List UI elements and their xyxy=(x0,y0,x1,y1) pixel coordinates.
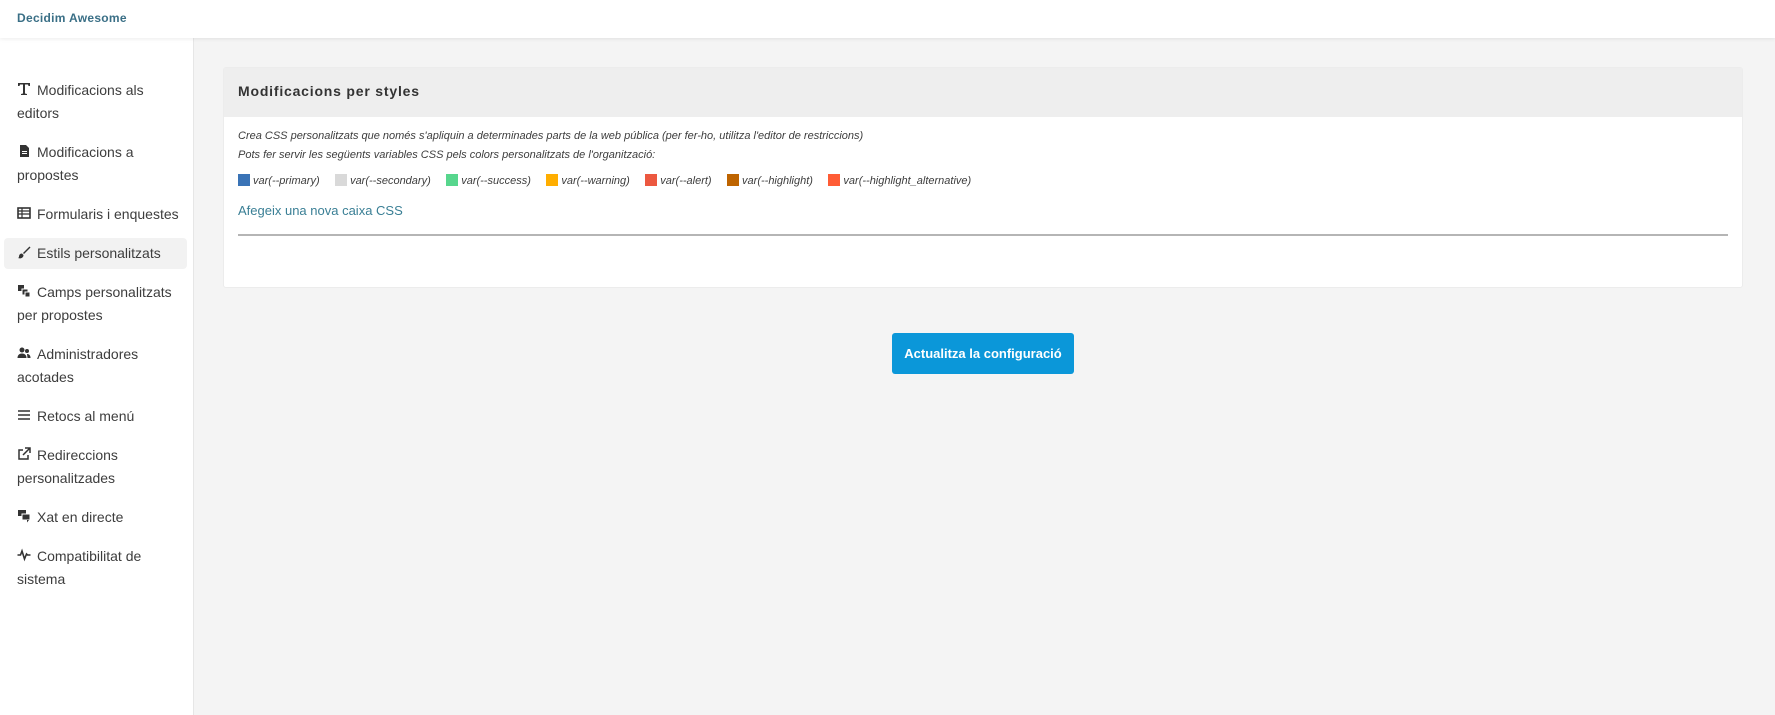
chat-icon xyxy=(17,509,32,523)
menu-icon xyxy=(17,408,32,422)
brand-link[interactable]: Decidim Awesome xyxy=(17,11,127,25)
css-variables-legend: var(--primary) var(--secondary) var(--su… xyxy=(238,171,1728,189)
variable-primary: var(--primary) xyxy=(238,174,320,187)
variable-success: var(--success) xyxy=(446,174,531,187)
variable-secondary: var(--secondary) xyxy=(335,174,431,187)
sidebar-item-label: Modificacions als editors xyxy=(17,82,144,121)
sidebar-item-label: Modificacions a propostes xyxy=(17,144,134,183)
sidebar-item-label: Camps personalitzats per propostes xyxy=(17,284,172,323)
sidebar-item-editors[interactable]: Modificacions als editors xyxy=(4,75,187,129)
sidebar-item-system-compatibility[interactable]: Compatibilitat de sistema xyxy=(4,541,187,595)
color-swatch xyxy=(335,174,348,186)
sidebar-item-label: Formularis i enquestes xyxy=(37,206,179,222)
sidebar-item-label: Xat en directe xyxy=(37,509,124,525)
sidebar-item-custom-styles[interactable]: Estils personalitzats xyxy=(4,238,187,269)
sidebar-item-redirections[interactable]: Redireccions personalitzades xyxy=(4,440,187,494)
sidebar-item-scoped-admins[interactable]: Administradores acotades xyxy=(4,339,187,393)
sidebar: Modificacions als editors Modificacions … xyxy=(0,38,194,715)
sidebar-item-custom-fields[interactable]: Camps personalitzats per propostes xyxy=(4,277,187,331)
sidebar-item-label: Administradores acotades xyxy=(17,346,139,385)
variable-highlight: var(--highlight) xyxy=(727,174,813,187)
sidebar-item-forms[interactable]: Formularis i enquestes xyxy=(4,199,187,230)
sidebar-item-label: Retocs al menú xyxy=(37,408,135,424)
brush-icon xyxy=(17,245,32,259)
color-swatch xyxy=(238,174,250,186)
users-icon xyxy=(17,346,32,360)
variable-alert: var(--alert) xyxy=(645,174,712,187)
styles-card: Modificacions per styles Crea CSS person… xyxy=(223,67,1743,288)
variable-highlight-alternative: var(--highlight_alternative) xyxy=(828,174,971,187)
help-text-restrictions: Crea CSS personalitzats que només s'apli… xyxy=(238,130,864,142)
card-title: Modificacions per styles xyxy=(224,68,1742,117)
card-body: Crea CSS personalitzats que només s'apli… xyxy=(224,117,1742,246)
sidebar-item-label: Compatibilitat de sistema xyxy=(17,548,142,587)
color-swatch xyxy=(645,174,658,186)
update-configuration-button[interactable]: Actualitza la configuració xyxy=(892,333,1074,374)
sidebar-item-proposals[interactable]: Modificacions a propostes xyxy=(4,137,187,191)
top-bar: Decidim Awesome xyxy=(0,0,1775,38)
pulse-icon xyxy=(17,548,32,562)
sidebar-item-live-chat[interactable]: Xat en directe xyxy=(4,502,187,533)
color-swatch xyxy=(546,174,559,186)
color-swatch xyxy=(446,174,459,186)
text-icon xyxy=(17,82,32,96)
external-link-icon xyxy=(17,447,32,461)
divider xyxy=(238,234,1728,236)
help-text-variables: Pots fer servir les següents variables C… xyxy=(238,149,656,161)
color-swatch xyxy=(727,174,740,186)
sidebar-item-label: Redireccions personalitzades xyxy=(17,447,118,486)
document-icon xyxy=(17,144,32,158)
sidebar-item-menu-tweaks[interactable]: Retocs al menú xyxy=(4,401,187,432)
layers-icon xyxy=(17,284,32,298)
main-content: Modificacions per styles Crea CSS person… xyxy=(195,38,1775,715)
color-swatch xyxy=(828,174,841,186)
add-css-box-link[interactable]: Afegeix una nova caixa CSS xyxy=(238,203,403,218)
sidebar-item-label: Estils personalitzats xyxy=(37,245,161,261)
variable-warning: var(--warning) xyxy=(546,174,630,187)
table-icon xyxy=(17,206,32,220)
